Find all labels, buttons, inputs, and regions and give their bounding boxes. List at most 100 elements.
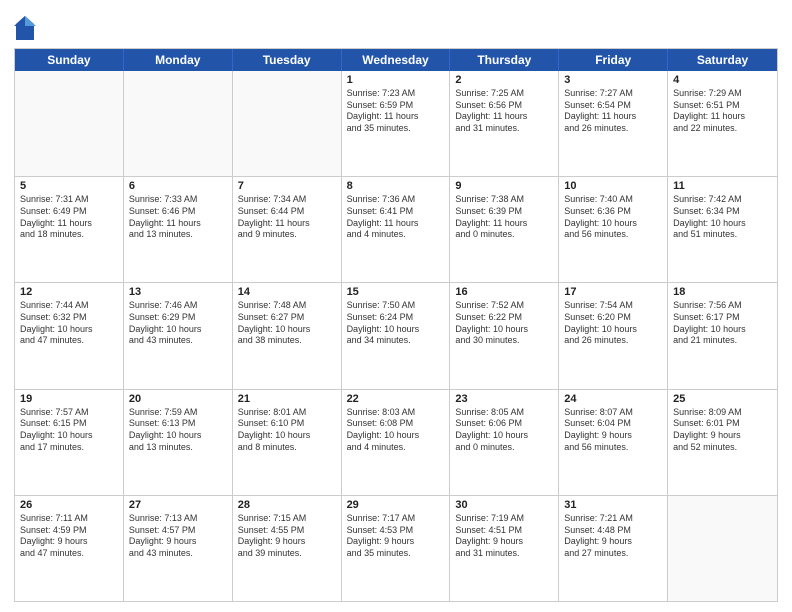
day-number: 23 — [455, 393, 553, 405]
cal-cell-r0-c5: 3 Sunrise: 7:27 AM Sunset: 6:54 PM Daylig… — [559, 71, 668, 176]
day-number: 20 — [129, 393, 227, 405]
day-number: 7 — [238, 180, 336, 192]
cell-info: Sunrise: 7:21 AM Sunset: 4:48 PM Dayligh… — [564, 513, 662, 560]
day-number: 14 — [238, 286, 336, 298]
day-number: 8 — [347, 180, 445, 192]
cal-cell-r4-c0: 26 Sunrise: 7:11 AM Sunset: 4:59 PM Dayli… — [15, 496, 124, 601]
cell-info: Sunrise: 7:36 AM Sunset: 6:41 PM Dayligh… — [347, 194, 445, 241]
header-day-tuesday: Tuesday — [233, 49, 342, 71]
header-day-thursday: Thursday — [450, 49, 559, 71]
cell-info: Sunrise: 7:11 AM Sunset: 4:59 PM Dayligh… — [20, 513, 118, 560]
cal-cell-r3-c6: 25 Sunrise: 8:09 AM Sunset: 6:01 PM Dayli… — [668, 390, 777, 495]
cal-cell-r1-c3: 8 Sunrise: 7:36 AM Sunset: 6:41 PM Daylig… — [342, 177, 451, 282]
calendar: SundayMondayTuesdayWednesdayThursdayFrid… — [14, 48, 778, 602]
day-number: 6 — [129, 180, 227, 192]
cell-info: Sunrise: 7:44 AM Sunset: 6:32 PM Dayligh… — [20, 300, 118, 347]
day-number: 28 — [238, 499, 336, 511]
day-number: 9 — [455, 180, 553, 192]
cell-info: Sunrise: 7:23 AM Sunset: 6:59 PM Dayligh… — [347, 88, 445, 135]
cell-info: Sunrise: 7:34 AM Sunset: 6:44 PM Dayligh… — [238, 194, 336, 241]
day-number: 31 — [564, 499, 662, 511]
cal-cell-r0-c0 — [15, 71, 124, 176]
page: SundayMondayTuesdayWednesdayThursdayFrid… — [0, 0, 792, 612]
cell-info: Sunrise: 7:46 AM Sunset: 6:29 PM Dayligh… — [129, 300, 227, 347]
header-day-sunday: Sunday — [15, 49, 124, 71]
cal-cell-r1-c1: 6 Sunrise: 7:33 AM Sunset: 6:46 PM Daylig… — [124, 177, 233, 282]
cell-info: Sunrise: 8:09 AM Sunset: 6:01 PM Dayligh… — [673, 407, 772, 454]
cell-info: Sunrise: 7:38 AM Sunset: 6:39 PM Dayligh… — [455, 194, 553, 241]
cal-cell-r4-c4: 30 Sunrise: 7:19 AM Sunset: 4:51 PM Dayli… — [450, 496, 559, 601]
day-number: 10 — [564, 180, 662, 192]
cal-cell-r4-c2: 28Sunrise: 7:15 AM Sunset: 4:55 PM Dayli… — [233, 496, 342, 601]
day-number: 25 — [673, 393, 772, 405]
header-day-saturday: Saturday — [668, 49, 777, 71]
cell-info: Sunrise: 7:48 AM Sunset: 6:27 PM Dayligh… — [238, 300, 336, 347]
cal-cell-r3-c0: 19 Sunrise: 7:57 AM Sunset: 6:15 PM Dayli… — [15, 390, 124, 495]
calendar-body: 1 Sunrise: 7:23 AM Sunset: 6:59 PM Daylig… — [15, 71, 777, 601]
cal-cell-r0-c4: 2Sunrise: 7:25 AM Sunset: 6:56 PM Daylig… — [450, 71, 559, 176]
cell-info: Sunrise: 7:57 AM Sunset: 6:15 PM Dayligh… — [20, 407, 118, 454]
header-day-wednesday: Wednesday — [342, 49, 451, 71]
cal-cell-r0-c3: 1 Sunrise: 7:23 AM Sunset: 6:59 PM Daylig… — [342, 71, 451, 176]
day-number: 21 — [238, 393, 336, 405]
cell-info: Sunrise: 8:03 AM Sunset: 6:08 PM Dayligh… — [347, 407, 445, 454]
calendar-row-3: 12 Sunrise: 7:44 AM Sunset: 6:32 PM Dayli… — [15, 283, 777, 389]
day-number: 27 — [129, 499, 227, 511]
calendar-row-4: 19 Sunrise: 7:57 AM Sunset: 6:15 PM Dayli… — [15, 390, 777, 496]
day-number: 11 — [673, 180, 772, 192]
calendar-row-5: 26 Sunrise: 7:11 AM Sunset: 4:59 PM Dayli… — [15, 496, 777, 601]
cal-cell-r0-c1 — [124, 71, 233, 176]
cal-cell-r4-c1: 27Sunrise: 7:13 AM Sunset: 4:57 PM Dayli… — [124, 496, 233, 601]
day-number: 5 — [20, 180, 118, 192]
cal-cell-r2-c6: 18Sunrise: 7:56 AM Sunset: 6:17 PM Dayli… — [668, 283, 777, 388]
calendar-row-2: 5 Sunrise: 7:31 AM Sunset: 6:49 PM Daylig… — [15, 177, 777, 283]
cal-cell-r1-c2: 7 Sunrise: 7:34 AM Sunset: 6:44 PM Daylig… — [233, 177, 342, 282]
cell-info: Sunrise: 7:52 AM Sunset: 6:22 PM Dayligh… — [455, 300, 553, 347]
cell-info: Sunrise: 7:54 AM Sunset: 6:20 PM Dayligh… — [564, 300, 662, 347]
cal-cell-r2-c1: 13Sunrise: 7:46 AM Sunset: 6:29 PM Dayli… — [124, 283, 233, 388]
cal-cell-r3-c5: 24 Sunrise: 8:07 AM Sunset: 6:04 PM Dayli… — [559, 390, 668, 495]
cell-info: Sunrise: 8:07 AM Sunset: 6:04 PM Dayligh… — [564, 407, 662, 454]
header — [14, 10, 778, 42]
cell-info: Sunrise: 7:59 AM Sunset: 6:13 PM Dayligh… — [129, 407, 227, 454]
day-number: 3 — [564, 74, 662, 86]
day-number: 15 — [347, 286, 445, 298]
cal-cell-r4-c5: 31 Sunrise: 7:21 AM Sunset: 4:48 PM Dayli… — [559, 496, 668, 601]
day-number: 12 — [20, 286, 118, 298]
calendar-header: SundayMondayTuesdayWednesdayThursdayFrid… — [15, 49, 777, 71]
day-number: 16 — [455, 286, 553, 298]
cal-cell-r1-c0: 5 Sunrise: 7:31 AM Sunset: 6:49 PM Daylig… — [15, 177, 124, 282]
day-number: 22 — [347, 393, 445, 405]
cell-info: Sunrise: 7:40 AM Sunset: 6:36 PM Dayligh… — [564, 194, 662, 241]
day-number: 29 — [347, 499, 445, 511]
cell-info: Sunrise: 7:42 AM Sunset: 6:34 PM Dayligh… — [673, 194, 772, 241]
cal-cell-r4-c6 — [668, 496, 777, 601]
cal-cell-r1-c4: 9 Sunrise: 7:38 AM Sunset: 6:39 PM Daylig… — [450, 177, 559, 282]
cal-cell-r1-c5: 10 Sunrise: 7:40 AM Sunset: 6:36 PM Dayli… — [559, 177, 668, 282]
day-number: 1 — [347, 74, 445, 86]
day-number: 30 — [455, 499, 553, 511]
cell-info: Sunrise: 7:31 AM Sunset: 6:49 PM Dayligh… — [20, 194, 118, 241]
cal-cell-r2-c0: 12 Sunrise: 7:44 AM Sunset: 6:32 PM Dayli… — [15, 283, 124, 388]
day-number: 2 — [455, 74, 553, 86]
cal-cell-r0-c2 — [233, 71, 342, 176]
cal-cell-r3-c3: 22 Sunrise: 8:03 AM Sunset: 6:08 PM Dayli… — [342, 390, 451, 495]
cell-info: Sunrise: 7:17 AM Sunset: 4:53 PM Dayligh… — [347, 513, 445, 560]
cal-cell-r1-c6: 11 Sunrise: 7:42 AM Sunset: 6:34 PM Dayli… — [668, 177, 777, 282]
cal-cell-r2-c2: 14 Sunrise: 7:48 AM Sunset: 6:27 PM Dayli… — [233, 283, 342, 388]
cell-info: Sunrise: 7:33 AM Sunset: 6:46 PM Dayligh… — [129, 194, 227, 241]
day-number: 19 — [20, 393, 118, 405]
day-number: 4 — [673, 74, 772, 86]
cal-cell-r2-c3: 15Sunrise: 7:50 AM Sunset: 6:24 PM Dayli… — [342, 283, 451, 388]
header-day-friday: Friday — [559, 49, 668, 71]
calendar-row-1: 1 Sunrise: 7:23 AM Sunset: 6:59 PM Daylig… — [15, 71, 777, 177]
cell-info: Sunrise: 7:27 AM Sunset: 6:54 PM Dayligh… — [564, 88, 662, 135]
cal-cell-r2-c4: 16 Sunrise: 7:52 AM Sunset: 6:22 PM Dayli… — [450, 283, 559, 388]
day-number: 24 — [564, 393, 662, 405]
day-number: 26 — [20, 499, 118, 511]
cal-cell-r3-c4: 23Sunrise: 8:05 AM Sunset: 6:06 PM Dayli… — [450, 390, 559, 495]
day-number: 18 — [673, 286, 772, 298]
cell-info: Sunrise: 7:19 AM Sunset: 4:51 PM Dayligh… — [455, 513, 553, 560]
cal-cell-r2-c5: 17Sunrise: 7:54 AM Sunset: 6:20 PM Dayli… — [559, 283, 668, 388]
cal-cell-r3-c2: 21Sunrise: 8:01 AM Sunset: 6:10 PM Dayli… — [233, 390, 342, 495]
